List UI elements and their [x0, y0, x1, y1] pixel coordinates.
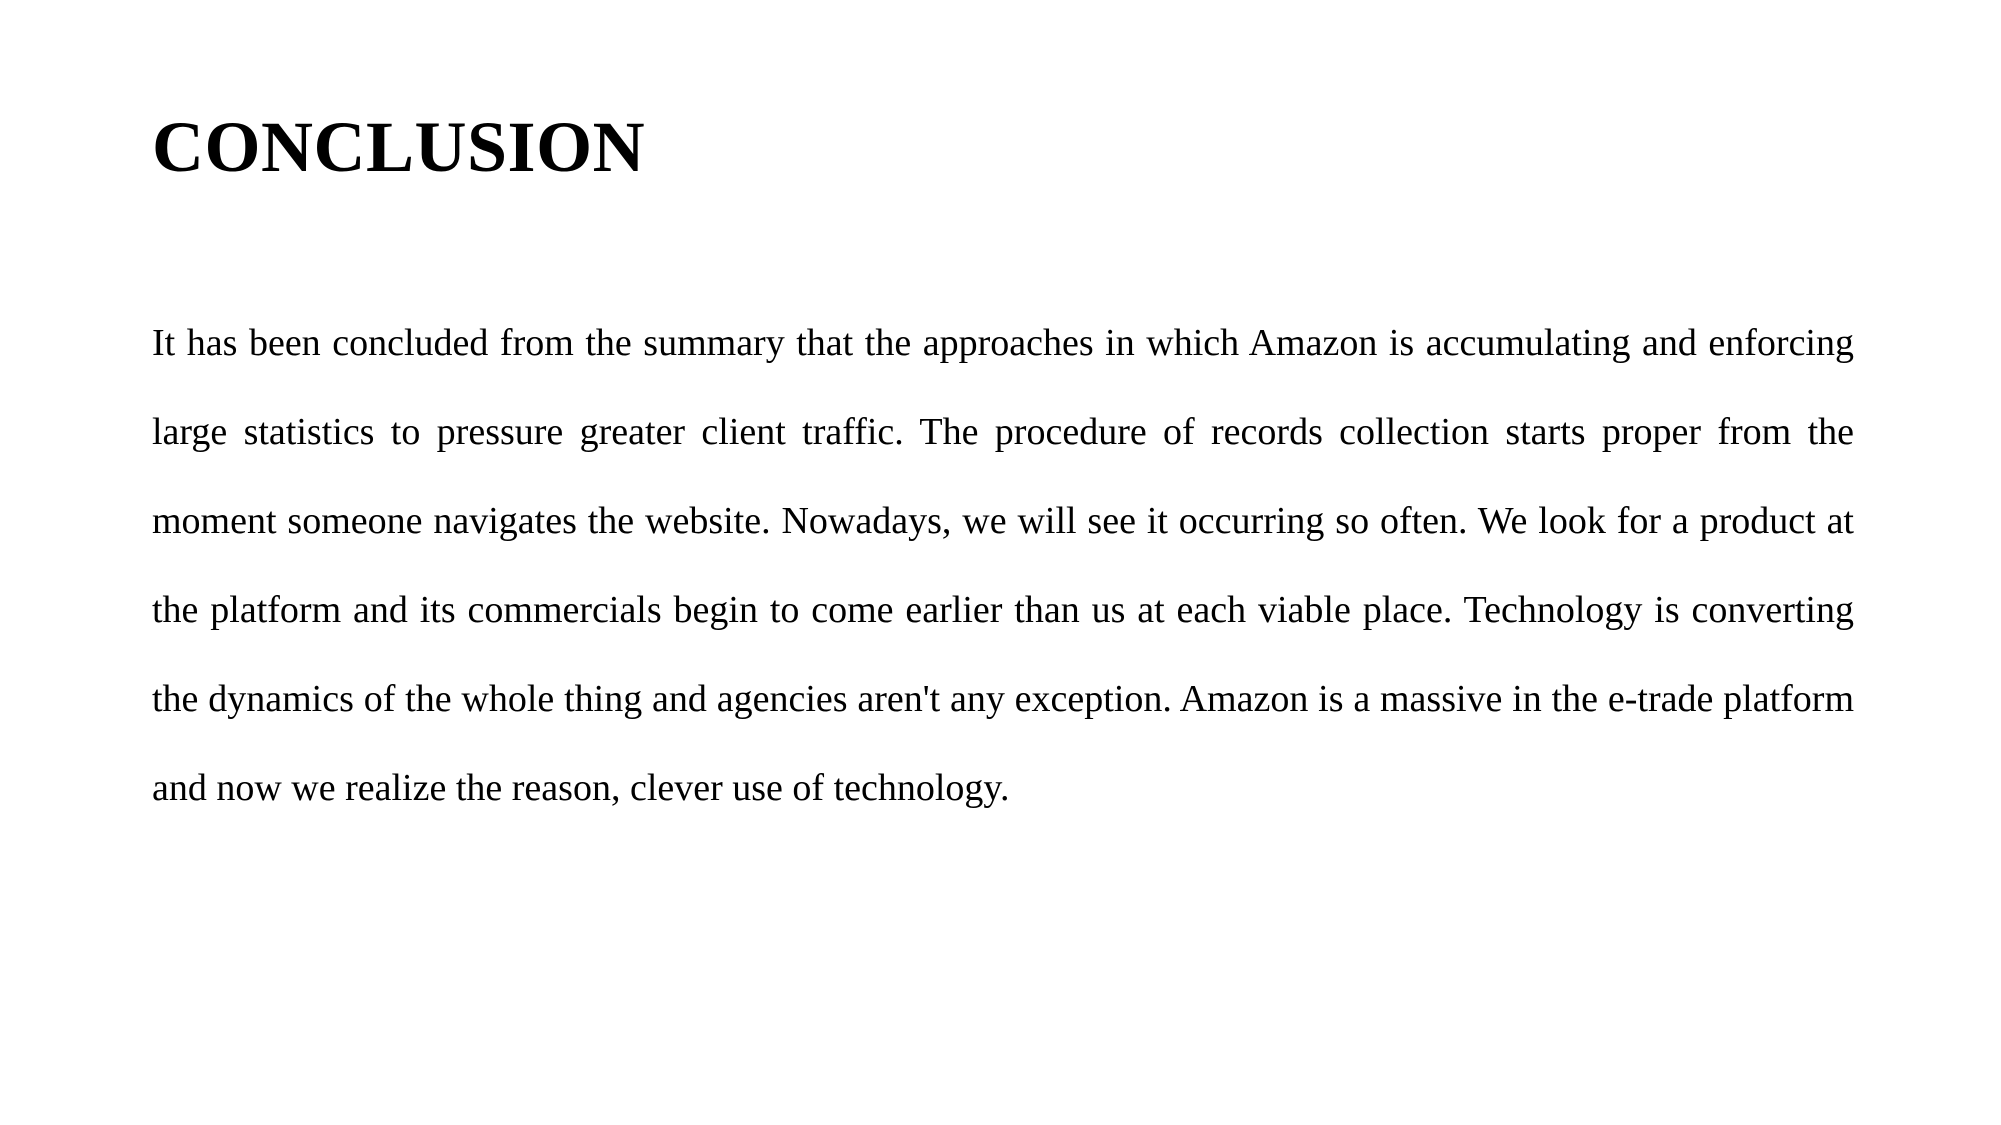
conclusion-body-paragraph: It has been concluded from the summary t… — [152, 322, 1854, 810]
document-page: CONCLUSION It has been concluded from th… — [0, 0, 2001, 1125]
page-title: CONCLUSION — [152, 107, 646, 187]
document-content: CONCLUSION It has been concluded from th… — [152, 0, 1882, 833]
